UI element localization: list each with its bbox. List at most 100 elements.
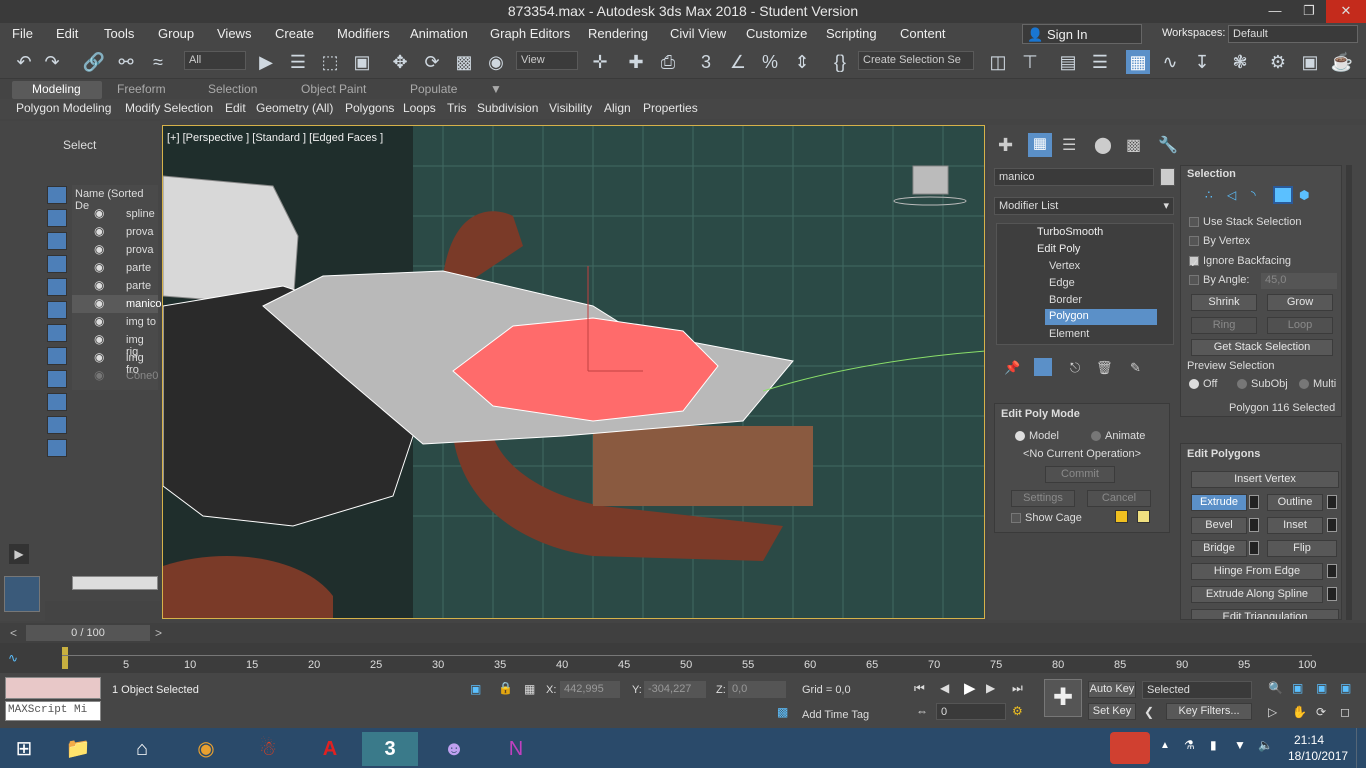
restore-button[interactable]: ❐	[1292, 0, 1326, 23]
cage-selected-color-swatch[interactable]	[1137, 510, 1150, 523]
maxscript-mini-input[interactable]: MAXScript Mi	[5, 701, 101, 721]
file-explorer-icon[interactable]: 📁	[58, 732, 98, 766]
placement-icon[interactable]: ◉	[484, 50, 508, 74]
ribbon-geometry-all[interactable]: Geometry (All)	[256, 101, 333, 115]
modifier-list-dropdown[interactable]: Modifier List ▾	[994, 197, 1174, 215]
sign-in-dropdown[interactable]: 👤 Sign In	[1022, 24, 1142, 44]
tray-battery-icon[interactable]: ▮	[1210, 738, 1217, 752]
key-mode-icon[interactable]: ⇔	[916, 704, 928, 718]
eye-icon[interactable]: ◉	[94, 332, 104, 346]
menu-modifiers[interactable]: Modifiers	[337, 26, 390, 41]
edit-poly-mode-title[interactable]: Edit Poly Mode	[1001, 408, 1080, 420]
cancel-button[interactable]: Cancel	[1087, 490, 1151, 507]
workspace-dropdown[interactable]: Default	[1228, 25, 1358, 43]
selection-title[interactable]: Selection	[1187, 168, 1236, 180]
menu-customize[interactable]: Customize	[746, 26, 807, 41]
rendered-frame-icon[interactable]: ▣	[1298, 50, 1322, 74]
make-unique-icon[interactable]: ⎋	[1070, 360, 1080, 376]
filter-geometry-icon[interactable]	[47, 186, 67, 204]
menu-views[interactable]: Views	[217, 26, 251, 41]
previous-key-icon[interactable]: ◀	[940, 681, 949, 695]
angle-spinner[interactable]: 45,0	[1261, 273, 1337, 289]
element-mode-icon[interactable]: ⬢	[1299, 188, 1309, 202]
menu-content[interactable]: Content	[900, 26, 946, 41]
list-item[interactable]: ◉ parte	[72, 259, 158, 277]
taskbar-date[interactable]: 18/10/2017	[1288, 749, 1348, 763]
move-icon[interactable]: ✥	[388, 50, 412, 74]
configure-sets-icon[interactable]: ✎	[1130, 360, 1141, 376]
outline-button[interactable]: Outline	[1267, 494, 1323, 511]
y-coordinate-field[interactable]: -304,227	[644, 681, 706, 698]
key-filters-button[interactable]: Key Filters...	[1166, 703, 1252, 720]
ribbon-options-icon[interactable]: ▼	[490, 82, 502, 96]
eye-icon[interactable]: ◉	[94, 206, 104, 220]
tray-chevron-icon[interactable]: ▲	[1160, 740, 1170, 751]
hinge-settings-icon[interactable]	[1327, 564, 1337, 578]
filter-helpers-icon[interactable]	[47, 278, 67, 296]
mirror-icon[interactable]: ◫	[986, 50, 1010, 74]
eye-icon[interactable]: ◉	[94, 314, 104, 328]
link-icon[interactable]: 🔗	[82, 50, 106, 74]
next-frame-icon[interactable]: >	[155, 626, 162, 640]
show-end-result-icon[interactable]	[1034, 358, 1052, 376]
list-item[interactable]: ◉ img to	[72, 313, 158, 331]
outline-settings-icon[interactable]	[1327, 495, 1337, 509]
remove-modifier-icon[interactable]: 🗑	[1096, 360, 1113, 376]
tray-volume-icon[interactable]: 🔈	[1258, 738, 1273, 752]
eye-icon[interactable]: ◉	[94, 224, 104, 238]
home-icon[interactable]: ⌂	[122, 732, 162, 766]
time-config-icon[interactable]: ⚙	[1012, 704, 1023, 718]
animate-radio[interactable]: Animate	[1091, 430, 1145, 442]
scale-icon[interactable]: ▩	[452, 50, 476, 74]
filter-cameras-icon[interactable]	[47, 255, 67, 273]
tab-freeform[interactable]: Freeform	[117, 82, 166, 96]
eye-icon[interactable]: ◉	[94, 368, 104, 382]
pin-stack-icon[interactable]: 📌	[1004, 360, 1020, 376]
filter-containers-icon[interactable]	[47, 393, 67, 411]
track-bar[interactable]: ∿ 5 10 15 20 25 30 35 40 45 50 55 60 65 …	[0, 643, 1366, 673]
polygon-mode-icon[interactable]	[1273, 186, 1293, 204]
bridge-button[interactable]: Bridge	[1191, 540, 1247, 557]
menu-group[interactable]: Group	[158, 26, 194, 41]
eye-icon[interactable]: ◉	[94, 242, 104, 256]
commit-button[interactable]: Commit	[1045, 466, 1115, 483]
tab-modeling[interactable]: Modeling	[12, 81, 102, 99]
eye-icon[interactable]: ◉	[94, 296, 104, 310]
play-icon[interactable]: ▶	[964, 679, 976, 697]
menu-tools[interactable]: Tools	[104, 26, 134, 41]
inset-settings-icon[interactable]	[1327, 518, 1337, 532]
select-by-name-icon[interactable]: ☰	[286, 50, 310, 74]
ignore-backfacing-checkbox[interactable]: ✓ Ignore Backfacing	[1189, 255, 1291, 270]
unlink-icon[interactable]: ⚯	[114, 50, 138, 74]
menu-animation[interactable]: Animation	[410, 26, 468, 41]
redo-icon[interactable]: ↷	[40, 50, 64, 74]
render-setup-icon[interactable]: ⚙	[1266, 50, 1290, 74]
zoom-all-icon[interactable]: ▣	[1292, 681, 1303, 695]
select-manipulate-icon[interactable]: ✚	[624, 50, 648, 74]
ribbon-subdivision[interactable]: Subdivision	[477, 101, 538, 115]
motion-tab-icon[interactable]: ⬤	[1094, 135, 1112, 155]
percent-snap-icon[interactable]: %	[758, 50, 782, 74]
mini-curve-editor-icon[interactable]: ∿	[8, 651, 18, 665]
filter-hidden-icon[interactable]	[47, 439, 67, 457]
menu-create[interactable]: Create	[275, 26, 314, 41]
lock-selection-icon[interactable]: 🔒	[498, 681, 513, 695]
toggle-ribbon-icon[interactable]: ▦	[1126, 50, 1150, 74]
snaps-toggle-icon[interactable]: 3	[694, 50, 718, 74]
expand-panel-icon[interactable]: ▶	[9, 544, 29, 564]
absolute-mode-icon[interactable]: ▦	[524, 682, 535, 696]
bevel-settings-icon[interactable]	[1249, 518, 1259, 532]
modify-tab-icon[interactable]: ▦	[1028, 133, 1052, 157]
menu-graph-editors[interactable]: Graph Editors	[490, 26, 570, 41]
angle-snap-icon[interactable]: ∠	[726, 50, 750, 74]
filter-frozen-icon[interactable]	[47, 416, 67, 434]
settings-button[interactable]: Settings	[1011, 490, 1075, 507]
stack-edit-poly[interactable]: Edit Poly	[1037, 243, 1080, 255]
stack-element[interactable]: Element	[1049, 328, 1089, 340]
tab-object-paint[interactable]: Object Paint	[301, 82, 366, 96]
spinner-snap-icon[interactable]: ⇕	[790, 50, 814, 74]
menu-scripting[interactable]: Scripting	[826, 26, 877, 41]
rectangular-selection-icon[interactable]: ⬚	[318, 50, 342, 74]
minimize-button[interactable]: —	[1258, 0, 1292, 23]
stack-polygon[interactable]: Polygon	[1045, 309, 1157, 325]
